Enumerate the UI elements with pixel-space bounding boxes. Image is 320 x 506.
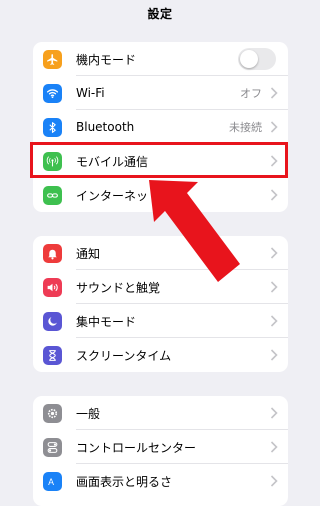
arrow-shape [149,180,240,282]
pointer-arrow-icon [149,180,240,282]
